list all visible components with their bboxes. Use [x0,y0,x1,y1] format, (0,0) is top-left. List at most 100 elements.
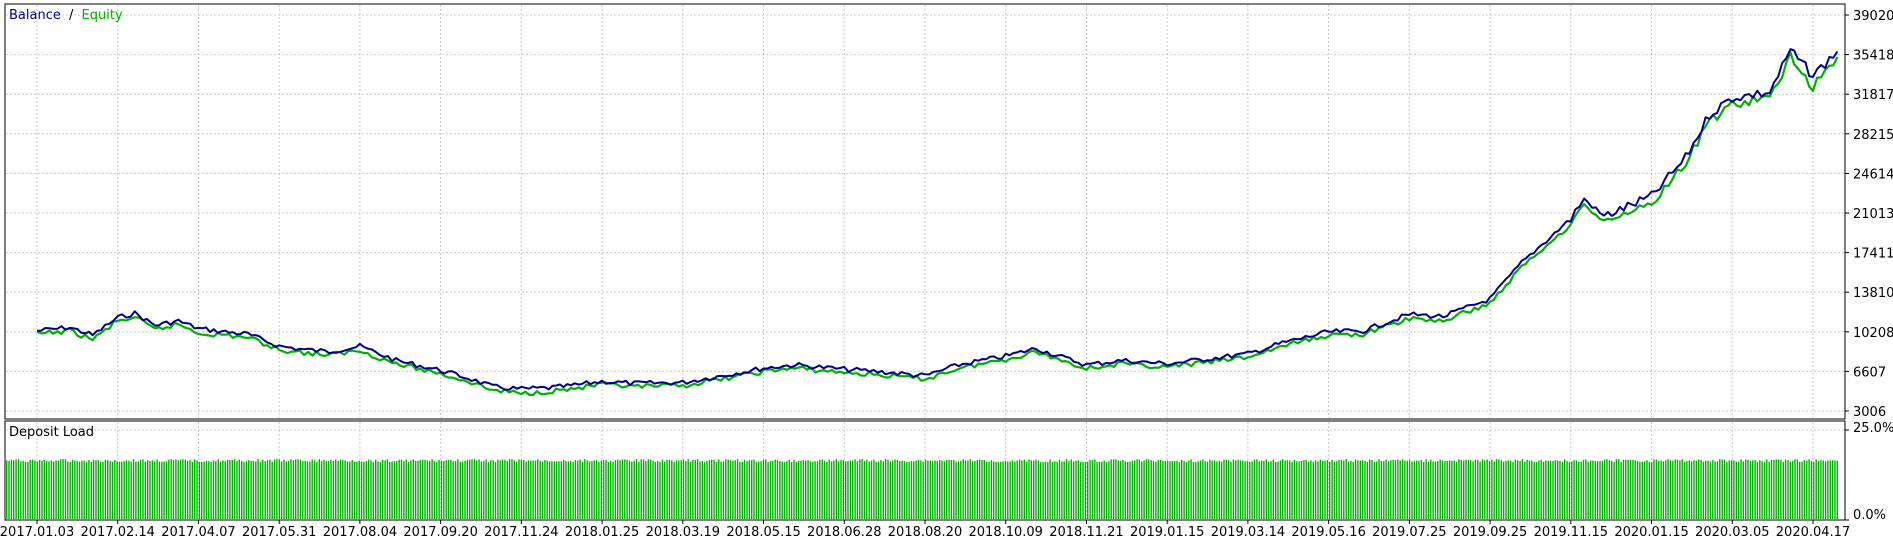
deposit-load-bar [1065,459,1068,519]
deposit-load-bar [614,460,617,519]
deposit-load-bar [1745,459,1747,519]
deposit-load-bar [485,459,487,519]
deposit-load-bar [570,461,572,519]
deposit-load-bar [607,462,609,519]
deposit-load-bar [762,459,765,519]
deposit-load-bar [1683,461,1686,519]
deposit-load-bar [1293,459,1296,519]
deposit-load-bar [1063,461,1065,519]
deposit-load-bar [718,459,720,519]
deposit-load-bar [111,461,114,519]
deposit-load-bar [809,461,812,519]
deposit-load-bar [1601,461,1603,519]
deposit-load-bar [1119,460,1122,519]
deposit-load-bar [1707,460,1709,519]
deposit-load-bar [396,460,398,519]
deposit-load-bar [917,460,920,519]
deposit-load-bar [986,462,988,519]
deposit-load-bar [1204,461,1206,519]
deposit-load-bar [438,459,440,519]
deposit-load-bar [433,461,436,519]
deposit-load-bar [1792,460,1794,519]
deposit-load-bar [1275,462,1277,519]
deposit-load-bar [278,459,280,519]
deposit-load-bar [1145,459,1148,519]
deposit-load-bar [1390,460,1392,519]
deposit-load-bar [868,461,870,519]
deposit-load-bar [92,459,95,519]
deposit-load-bar [405,459,407,519]
deposit-load-bar [1803,459,1806,519]
deposit-load-bar [67,461,69,519]
deposit-load-bar [1049,459,1051,519]
deposit-load-bar [941,460,943,519]
deposit-load-bar [894,459,896,519]
deposit-load-bar [363,461,365,519]
deposit-load-bar [1279,460,1282,519]
deposit-load-bar [182,459,184,519]
deposit-load-bar [1688,460,1690,519]
deposit-load-bar [1357,460,1359,519]
deposit-load-bar [1455,461,1458,519]
deposit-load-bar [1272,459,1274,519]
deposit-load-bar [725,459,727,519]
deposit-load-bar [849,460,852,519]
deposit-load-bar [1150,460,1152,519]
deposit-load-bar [1263,460,1265,519]
deposit-load-bar [1298,461,1300,519]
deposit-load-bar [24,461,27,519]
deposit-load-bar [1528,460,1531,519]
deposit-load-bar [175,459,177,519]
deposit-load-bar [1333,461,1336,519]
deposit-load-bar [621,459,624,519]
deposit-load-bar [1596,461,1599,519]
deposit-load-bar [306,461,309,519]
deposit-load-bar [1474,459,1477,519]
deposit-load-bar [1575,460,1578,519]
deposit-load-bar [292,460,295,519]
deposit-load-bar [1336,461,1338,519]
deposit-load-bar [1143,460,1145,519]
deposit-load-bar [1232,459,1235,519]
deposit-load-bar [1646,460,1648,519]
deposit-load-bar [711,459,713,519]
deposit-load-bar [393,461,396,519]
deposit-load-bar [1089,459,1091,519]
deposit-load-bar [830,461,833,519]
deposit-load-bar [1159,460,1162,519]
deposit-load-title: Deposit Load [9,425,94,440]
deposit-load-bar [870,460,873,519]
deposit-load-bar [1343,460,1345,519]
deposit-load-bar [971,461,974,519]
deposit-load-bar [443,461,445,519]
deposit-load-bar [537,459,539,519]
deposit-load-bar [1235,460,1237,519]
deposit-load-bar [649,459,652,519]
legend-separator: / [69,8,74,23]
deposit-load-bar [748,460,750,519]
deposit-load-bar [934,460,936,519]
deposit-load-bar [372,462,374,519]
deposit-load-bar [156,459,158,519]
deposit-load-bar [219,461,222,519]
deposit-load-bar [419,460,421,519]
deposit-load-bar [579,459,581,519]
deposit-load-bar [1517,460,1519,519]
deposit-load-bar [426,460,429,519]
deposit-load-bar [1446,460,1448,519]
deposit-load-bar [1716,461,1719,519]
deposit-load-bar [1072,461,1075,519]
deposit-load-bar [1376,461,1378,519]
deposit-load-bar [1423,462,1425,519]
deposit-load-bar [128,460,130,519]
deposit-load-bar [90,461,92,519]
deposit-load-bar [280,461,283,519]
deposit-load-bar [386,459,389,519]
deposit-load-bar [1258,461,1260,519]
deposit-load-bar [1545,460,1547,519]
deposit-load-bar [1557,460,1559,519]
deposit-load-bar [1747,459,1749,519]
deposit-load-bar [593,460,595,519]
x-tick-label: 2018.03.19 [646,525,720,540]
deposit-load-bar [584,459,586,519]
